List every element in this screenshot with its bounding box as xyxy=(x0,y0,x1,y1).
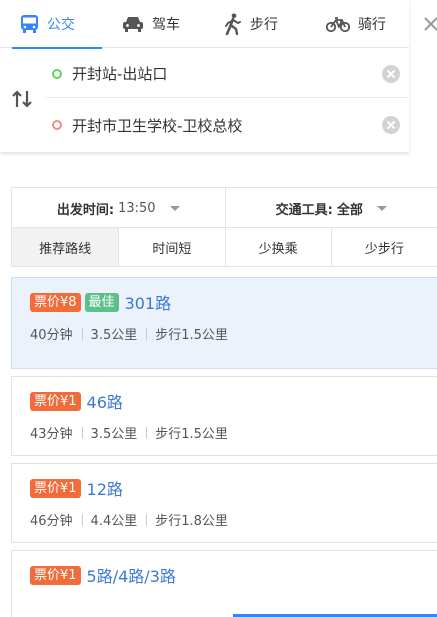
end-dot-icon xyxy=(52,120,62,130)
price-badge: 票价¥1 xyxy=(30,391,81,411)
tab-bus[interactable]: 公交 xyxy=(0,0,108,49)
route-distance: 3.5公里 xyxy=(90,328,138,343)
tab-walk-label: 步行 xyxy=(250,17,278,33)
route-name: 301路 xyxy=(124,294,172,313)
depart-time-select[interactable]: 出发时间: 13:50 xyxy=(12,188,225,228)
close-icon xyxy=(416,17,437,40)
route-name: 12路 xyxy=(86,480,123,499)
divider xyxy=(146,426,148,439)
tab-drive[interactable]: 驾车 xyxy=(108,0,208,48)
end-input[interactable] xyxy=(72,116,362,134)
tab-less-walking[interactable]: 少步行 xyxy=(330,228,437,266)
route-walk: 步行1.5公里 xyxy=(155,427,228,442)
divider xyxy=(146,327,148,340)
route-card[interactable]: 票价¥1 12路 46分钟 4.4公里 步行1.8公里 xyxy=(11,463,437,543)
swap-button[interactable] xyxy=(11,89,33,109)
tab-cycle-label: 骑行 xyxy=(358,17,386,33)
tab-walk[interactable]: 步行 xyxy=(208,0,310,48)
divider xyxy=(146,513,148,526)
route-time: 46分钟 xyxy=(30,514,73,529)
tab-drive-label: 驾车 xyxy=(152,17,180,33)
transport-select[interactable]: 交通工具: 全部 xyxy=(224,188,437,228)
divider xyxy=(81,426,83,439)
price-badge: 票价¥8 xyxy=(30,292,81,312)
route-name: 46路 xyxy=(86,393,123,412)
route-time: 43分钟 xyxy=(30,427,73,442)
depart-time-value: 13:50 xyxy=(118,200,156,216)
clear-end-button[interactable] xyxy=(382,116,400,134)
divider xyxy=(81,327,83,340)
route-card[interactable]: 票价¥1 46路 43分钟 3.5公里 步行1.5公里 xyxy=(11,376,437,456)
price-badge: 票价¥1 xyxy=(30,478,81,498)
tab-bus-label: 公交 xyxy=(47,17,75,33)
clear-start-button[interactable] xyxy=(382,65,400,83)
depart-time-key: 出发时间: xyxy=(56,202,115,218)
end-field xyxy=(46,101,408,149)
best-badge: 最佳 xyxy=(84,292,119,312)
route-card[interactable]: 票价¥1 5路/4路/3路 xyxy=(11,550,437,617)
route-walk: 步行1.8公里 xyxy=(155,514,228,529)
tab-cycle[interactable]: 骑行 xyxy=(310,0,409,48)
route-card[interactable]: 票价¥8 最佳 301路 40分钟 3.5公里 步行1.5公里 xyxy=(11,277,437,369)
price-badge: 票价¥1 xyxy=(30,565,81,585)
route-distance: 3.5公里 xyxy=(90,427,138,442)
bike-icon xyxy=(326,15,350,33)
transport-key: 交通工具: xyxy=(275,202,333,218)
bus-icon xyxy=(20,14,39,34)
caret-down-icon xyxy=(376,205,387,211)
caret-down-icon xyxy=(169,205,180,211)
route-walk: 步行1.5公里 xyxy=(155,328,228,343)
tab-recommended[interactable]: 推荐路线 xyxy=(12,228,119,266)
car-icon xyxy=(122,15,144,33)
tab-fewer-transfers[interactable]: 少换乘 xyxy=(224,228,331,266)
travel-mode-tabs: 公交 驾车 步行 骑行 xyxy=(0,0,409,49)
route-distance: 4.4公里 xyxy=(90,514,138,529)
close-button[interactable] xyxy=(416,12,437,36)
swap-icon xyxy=(11,90,33,113)
divider xyxy=(81,513,83,526)
route-name: 5路/4路/3路 xyxy=(86,567,176,586)
start-field xyxy=(46,50,408,98)
walk-icon xyxy=(224,13,242,35)
start-dot-icon xyxy=(52,68,62,79)
start-input[interactable] xyxy=(72,64,362,83)
tab-shortest-time[interactable]: 时间短 xyxy=(118,228,224,266)
transport-value: 全部 xyxy=(336,202,363,218)
route-search-panel: 公交 驾车 步行 骑行 开封站-出站口 开封市卫生学校-卫校总校 xyxy=(0,0,409,152)
route-time: 40分钟 xyxy=(30,328,73,343)
route-filters: 出发时间: 13:50 交通工具: 全部 推荐路线 时间短 少换乘 少步行 xyxy=(11,187,437,267)
